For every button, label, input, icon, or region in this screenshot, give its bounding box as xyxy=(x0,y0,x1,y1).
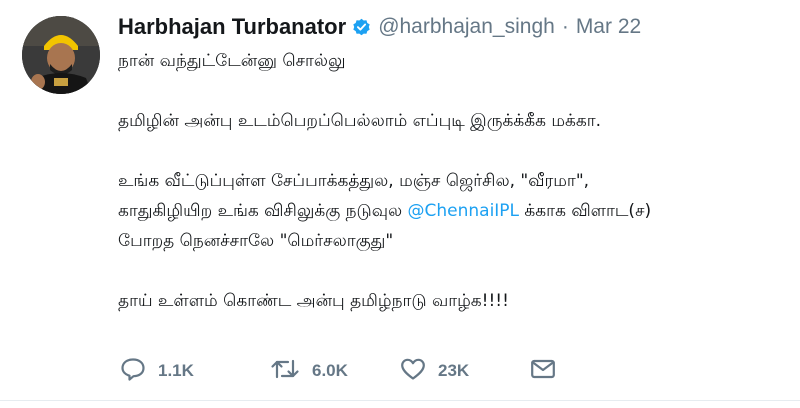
tweet-line-5: போறத நெனச்சாலே "மெர்சலாகுது" xyxy=(118,231,394,251)
reply-count: 1.1K xyxy=(158,361,194,380)
reply-icon xyxy=(120,357,146,386)
reply-button[interactable]: 1.1K xyxy=(120,357,270,386)
tweet-card: Harbhajan Turbanator @harbhajan_singh · … xyxy=(0,0,800,408)
separator-dot: · xyxy=(561,15,569,38)
verified-badge-icon xyxy=(352,18,371,37)
display-name[interactable]: Harbhajan Turbanator xyxy=(118,14,346,40)
like-button[interactable]: 23K xyxy=(400,357,530,386)
tweet-line-2: தமிழின் அன்பு உடம்பெறப்பெல்லாம் எப்புடி … xyxy=(118,111,602,131)
tweet-line-4: காதுகிழியிற உங்க விசிலுக்கு நடுவுல @Chen… xyxy=(118,196,788,226)
avatar[interactable] xyxy=(22,16,100,94)
direct-message-icon xyxy=(530,358,556,385)
tweet-line-4-start: காதுகிழியிற உங்க விசிலுக்கு நடுவுல xyxy=(118,201,408,221)
like-count: 23K xyxy=(438,361,470,380)
direct-message-button[interactable] xyxy=(530,358,556,385)
handle[interactable]: @harbhajan_singh xyxy=(378,15,555,39)
tweet-line-4-end: க்காக விளாட(ச) xyxy=(519,201,652,221)
tweet-line-3: உங்க வீட்டுப்புள்ள சேப்பாக்கத்துல, மஞ்ச … xyxy=(118,171,590,191)
mention-link[interactable]: @ChennaiIPL xyxy=(408,201,520,221)
retweet-icon xyxy=(270,357,300,386)
retweet-count: 6.0K xyxy=(312,361,348,380)
like-icon xyxy=(400,357,426,386)
tweet-date[interactable]: Mar 22 xyxy=(576,15,641,39)
tweet-text: நான் வந்துட்டேன்னு சொல்லு தமிழின் அன்பு … xyxy=(118,46,788,316)
tweet-actions: 1.1K 6.0K 23K xyxy=(120,357,556,385)
tweet-line-6: தாய் உள்ளம் கொண்ட அன்பு தமிழ்நாடு வாழ்க!… xyxy=(118,291,509,311)
tweet-header: Harbhajan Turbanator @harbhajan_singh · … xyxy=(118,12,641,42)
tweet-line-1: நான் வந்துட்டேன்னு சொல்லு xyxy=(118,51,346,71)
divider xyxy=(0,400,800,401)
retweet-button[interactable]: 6.0K xyxy=(270,357,400,386)
